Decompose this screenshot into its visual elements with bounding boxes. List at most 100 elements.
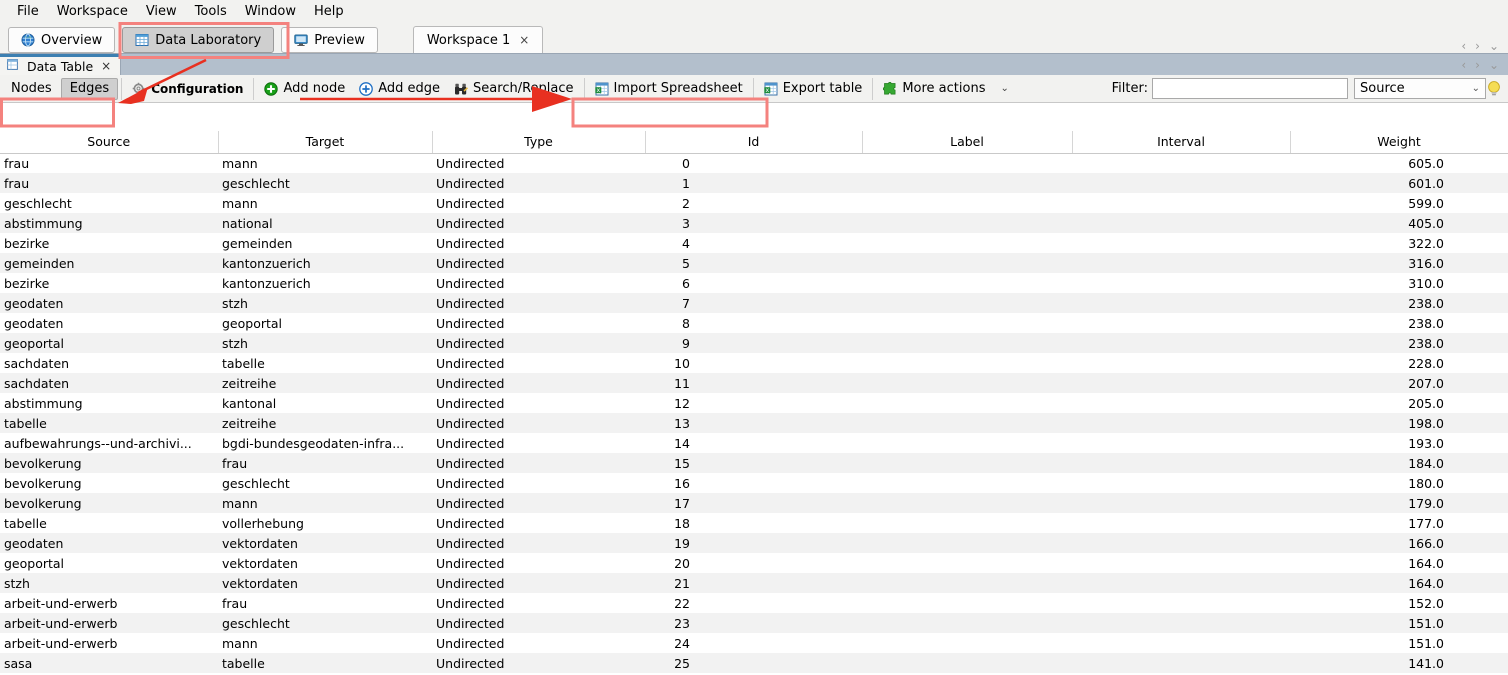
chevron-left-icon[interactable]: ‹: [1461, 58, 1466, 72]
cell-id[interactable]: 23: [645, 613, 862, 633]
cell-weight[interactable]: 238.0: [1290, 333, 1508, 353]
cell-weight[interactable]: 152.0: [1290, 593, 1508, 613]
cell-weight[interactable]: 177.0: [1290, 513, 1508, 533]
cell-weight[interactable]: 238.0: [1290, 293, 1508, 313]
table-row[interactable]: geodaten vektordaten Undirected 19 166.0: [0, 533, 1508, 553]
cell-label[interactable]: [862, 553, 1072, 573]
cell-interval[interactable]: [1072, 193, 1290, 213]
cell-id[interactable]: 14: [645, 433, 862, 453]
cell-source[interactable]: geoportal: [0, 553, 218, 573]
cell-target[interactable]: gemeinden: [218, 233, 432, 253]
cell-weight[interactable]: 184.0: [1290, 453, 1508, 473]
table-row[interactable]: abstimmung kantonal Undirected 12 205.0: [0, 393, 1508, 413]
cell-source[interactable]: frau: [0, 153, 218, 173]
cell-label[interactable]: [862, 413, 1072, 433]
cell-target[interactable]: kantonzuerich: [218, 273, 432, 293]
cell-target[interactable]: national: [218, 213, 432, 233]
column-header-interval[interactable]: Interval: [1072, 131, 1291, 154]
cell-id[interactable]: 24: [645, 633, 862, 653]
cell-interval[interactable]: [1072, 413, 1290, 433]
cell-weight[interactable]: 310.0: [1290, 273, 1508, 293]
cell-id[interactable]: 7: [645, 293, 862, 313]
table-row[interactable]: sasa tabelle Undirected 25 141.0: [0, 653, 1508, 673]
chevron-down-icon[interactable]: ⌄: [1489, 39, 1499, 53]
cell-type[interactable]: Undirected: [432, 453, 645, 473]
cell-label[interactable]: [862, 373, 1072, 393]
table-row[interactable]: arbeit-und-erwerb geschlecht Undirected 23 1…: [0, 613, 1508, 633]
menu-item-window[interactable]: Window: [236, 2, 305, 21]
cell-target[interactable]: vektordaten: [218, 573, 432, 593]
cell-source[interactable]: sachdaten: [0, 353, 218, 373]
cell-interval[interactable]: [1072, 153, 1290, 173]
cell-id[interactable]: 22: [645, 593, 862, 613]
cell-type[interactable]: Undirected: [432, 593, 645, 613]
table-row[interactable]: stzh vektordaten Undirected 21 164.0: [0, 573, 1508, 593]
menu-item-workspace[interactable]: Workspace: [48, 2, 137, 21]
cell-label[interactable]: [862, 653, 1072, 673]
cell-id[interactable]: 20: [645, 553, 862, 573]
edges-button[interactable]: Edges: [60, 77, 119, 100]
cell-weight[interactable]: 605.0: [1290, 153, 1508, 173]
cell-label[interactable]: [862, 173, 1072, 193]
export-table-button[interactable]: x Export table: [757, 77, 870, 101]
cell-target[interactable]: kantonal: [218, 393, 432, 413]
cell-target[interactable]: tabelle: [218, 353, 432, 373]
cell-interval[interactable]: [1072, 373, 1290, 393]
cell-target[interactable]: stzh: [218, 333, 432, 353]
cell-source[interactable]: bevolkerung: [0, 493, 218, 513]
chevron-left-icon[interactable]: ‹: [1461, 39, 1466, 53]
cell-id[interactable]: 17: [645, 493, 862, 513]
cell-interval[interactable]: [1072, 313, 1290, 333]
table-row[interactable]: geoportal vektordaten Undirected 20 164.0: [0, 553, 1508, 573]
cell-label[interactable]: [862, 453, 1072, 473]
filter-input[interactable]: [1152, 78, 1348, 99]
cell-interval[interactable]: [1072, 173, 1290, 193]
cell-interval[interactable]: [1072, 393, 1290, 413]
cell-id[interactable]: 1: [645, 173, 862, 193]
cell-label[interactable]: [862, 533, 1072, 553]
cell-interval[interactable]: [1072, 473, 1290, 493]
cell-target[interactable]: zeitreihe: [218, 413, 432, 433]
cell-type[interactable]: Undirected: [432, 513, 645, 533]
cell-interval[interactable]: [1072, 633, 1290, 653]
cell-type[interactable]: Undirected: [432, 373, 645, 393]
cell-label[interactable]: [862, 633, 1072, 653]
filter-column-select[interactable]: Source ⌄: [1354, 78, 1486, 99]
table-row[interactable]: tabelle vollerhebung Undirected 18 177.0: [0, 513, 1508, 533]
table-row[interactable]: geschlecht mann Undirected 2 599.0: [0, 193, 1508, 213]
cell-weight[interactable]: 316.0: [1290, 253, 1508, 273]
menu-item-help[interactable]: Help: [305, 2, 353, 21]
cell-interval[interactable]: [1072, 233, 1290, 253]
table-row[interactable]: bevolkerung mann Undirected 17 179.0: [0, 493, 1508, 513]
cell-interval[interactable]: [1072, 513, 1290, 533]
cell-id[interactable]: 3: [645, 213, 862, 233]
cell-label[interactable]: [862, 433, 1072, 453]
cell-id[interactable]: 25: [645, 653, 862, 673]
menu-item-file[interactable]: File: [8, 2, 48, 21]
cell-label[interactable]: [862, 273, 1072, 293]
cell-interval[interactable]: [1072, 573, 1290, 593]
cell-source[interactable]: sasa: [0, 653, 218, 673]
menu-item-view[interactable]: View: [137, 2, 186, 21]
more-actions-button[interactable]: More actions ⌄: [876, 77, 1016, 101]
cell-target[interactable]: stzh: [218, 293, 432, 313]
cell-target[interactable]: zeitreihe: [218, 373, 432, 393]
cell-source[interactable]: geschlecht: [0, 193, 218, 213]
cell-label[interactable]: [862, 193, 1072, 213]
cell-source[interactable]: stzh: [0, 573, 218, 593]
cell-interval[interactable]: [1072, 553, 1290, 573]
cell-label[interactable]: [862, 333, 1072, 353]
cell-type[interactable]: Undirected: [432, 493, 645, 513]
table-row[interactable]: frau geschlecht Undirected 1 601.0: [0, 173, 1508, 193]
cell-label[interactable]: [862, 353, 1072, 373]
cell-id[interactable]: 10: [645, 353, 862, 373]
cell-id[interactable]: 16: [645, 473, 862, 493]
cell-source[interactable]: bezirke: [0, 233, 218, 253]
cell-weight[interactable]: 164.0: [1290, 573, 1508, 593]
cell-interval[interactable]: [1072, 613, 1290, 633]
cell-weight[interactable]: 322.0: [1290, 233, 1508, 253]
cell-weight[interactable]: 164.0: [1290, 553, 1508, 573]
table-row[interactable]: sachdaten zeitreihe Undirected 11 207.0: [0, 373, 1508, 393]
chevron-right-icon[interactable]: ›: [1475, 39, 1480, 53]
cell-weight[interactable]: 141.0: [1290, 653, 1508, 673]
